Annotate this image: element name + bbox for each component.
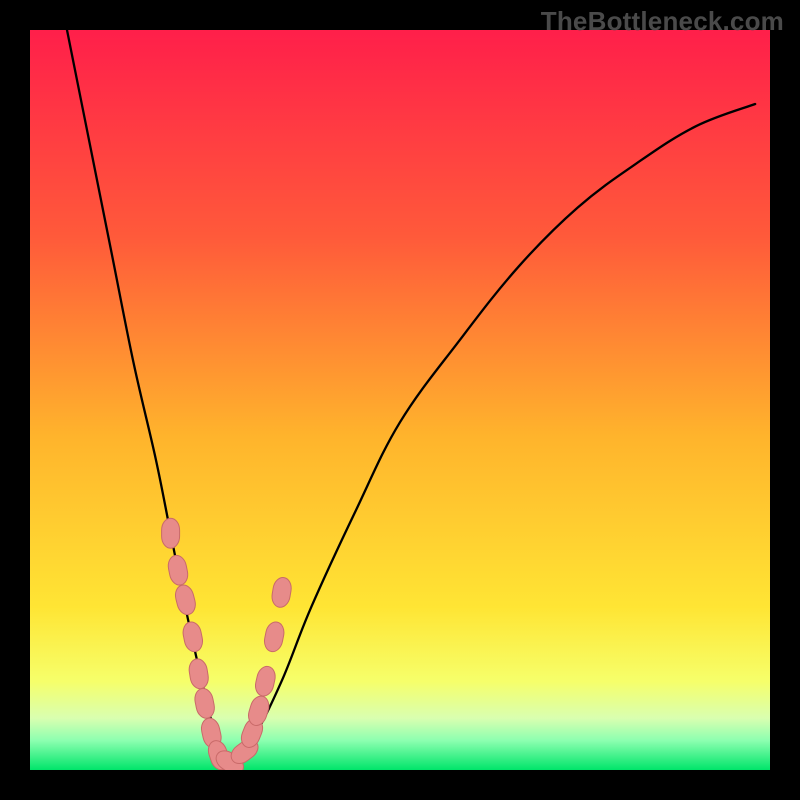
marker-point: [262, 620, 286, 653]
marker-point: [253, 665, 277, 698]
chart-frame: TheBottleneck.com: [0, 0, 800, 800]
marker-point: [166, 554, 190, 587]
bottleneck-curve: [67, 30, 755, 763]
marker-point: [162, 518, 180, 548]
curve-layer: [30, 30, 770, 770]
marker-point: [193, 687, 217, 720]
plot-area: [30, 30, 770, 770]
marker-point: [187, 658, 210, 690]
watermark-text: TheBottleneck.com: [541, 6, 784, 37]
bottleneck-curve-path: [67, 30, 755, 763]
highlighted-points: [162, 518, 293, 770]
marker-point: [181, 620, 205, 653]
marker-point: [270, 576, 293, 609]
marker-point: [173, 583, 198, 616]
